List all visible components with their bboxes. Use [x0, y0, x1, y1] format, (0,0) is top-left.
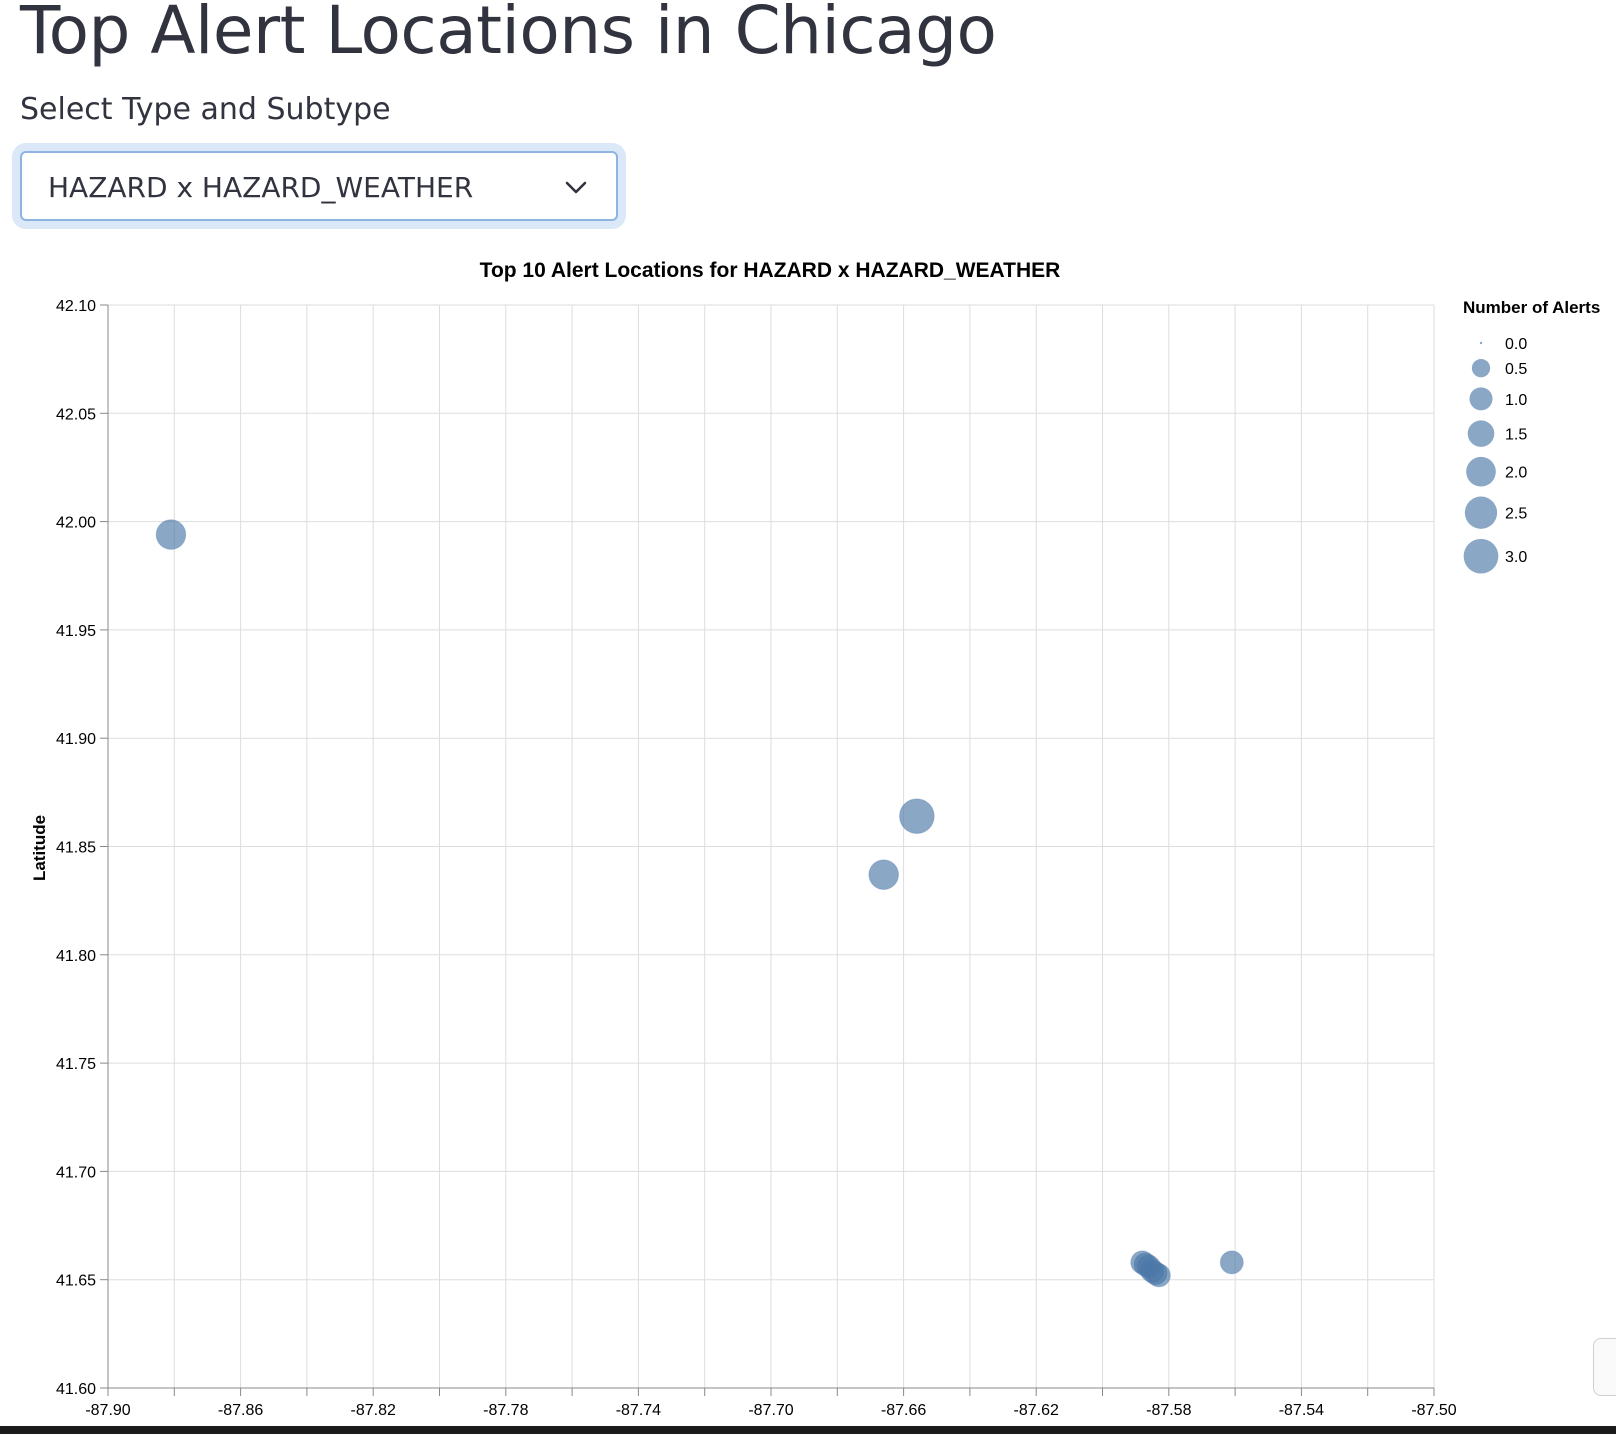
legend: Number of Alerts 0.0 0.5 1.0 1.5 2.0 2.5 3.0	[1463, 298, 1600, 574]
y-tick-label: 41.80	[56, 948, 96, 965]
legend-label: 1.5	[1505, 427, 1527, 444]
x-tick-label: -87.66	[881, 1402, 926, 1419]
legend-label: 0.5	[1505, 361, 1527, 378]
data-point[interactable]	[1146, 1263, 1171, 1288]
axes: -87.90 -87.86 -87.82 -87.78 -87.74 -87.70 -87.…	[56, 298, 1457, 1419]
x-tick-label: -87.70	[748, 1402, 793, 1419]
legend-label: 2.0	[1505, 465, 1527, 482]
x-tick-label: -87.58	[1146, 1402, 1191, 1419]
y-tick-label: 41.65	[56, 1273, 96, 1290]
y-tick-label: 41.95	[56, 623, 96, 640]
legend-symbol	[1471, 359, 1491, 378]
legend-symbol	[1466, 456, 1496, 487]
legend-symbol	[1479, 341, 1483, 345]
y-tick-label: 42.00	[56, 515, 96, 532]
legend-symbol	[1467, 420, 1495, 447]
data-point[interactable]	[868, 859, 900, 890]
select-value: HAZARD x HAZARD_WEATHER	[48, 171, 474, 204]
data-point[interactable]	[899, 798, 935, 835]
legend-symbol	[1469, 387, 1493, 411]
y-tick-label: 41.70	[56, 1164, 96, 1181]
scatter-chart: -87.90 -87.86 -87.82 -87.78 -87.74 -87.70 -87.…	[30, 259, 1600, 1419]
y-axis-label: Latitude	[30, 815, 49, 881]
y-tick-label: 41.60	[56, 1381, 96, 1398]
type-subtype-select[interactable]: HAZARD x HAZARD_WEATHER	[20, 151, 618, 221]
legend-title: Number of Alerts	[1463, 298, 1600, 317]
data-point[interactable]	[1219, 1250, 1244, 1275]
x-tick-label: -87.82	[351, 1402, 396, 1419]
legend-label: 0.0	[1505, 336, 1527, 353]
legend-symbol	[1463, 538, 1499, 574]
x-tick-label: -87.62	[1014, 1402, 1059, 1419]
legend-label: 1.0	[1505, 392, 1527, 409]
x-tick-label: -87.50	[1411, 1402, 1456, 1419]
x-tick-label: -87.78	[483, 1402, 528, 1419]
y-tick-label: 42.10	[56, 298, 96, 315]
x-tick-label: -87.86	[218, 1402, 263, 1419]
select-label: Select Type and Subtype	[20, 92, 391, 127]
chart-title: Top 10 Alert Locations for HAZARD x HAZA…	[480, 259, 1061, 282]
data-point[interactable]	[155, 519, 187, 550]
page-title: Top Alert Locations in Chicago	[20, 0, 997, 69]
y-tick-label: 41.75	[56, 1056, 96, 1073]
legend-label: 3.0	[1505, 549, 1527, 566]
grid-lines	[107, 304, 1435, 1389]
side-scroll-tab[interactable]	[1593, 1338, 1616, 1396]
x-tick-label: -87.74	[616, 1402, 661, 1419]
y-tick-label: 42.05	[56, 406, 96, 423]
legend-label: 2.5	[1505, 506, 1527, 523]
y-tick-label: 41.85	[56, 840, 96, 857]
chevron-down-icon	[565, 181, 587, 194]
x-tick-label: -87.90	[85, 1402, 130, 1419]
legend-symbol	[1464, 496, 1498, 529]
x-tick-label: -87.54	[1279, 1402, 1324, 1419]
y-tick-label: 41.90	[56, 731, 96, 748]
chart-container: -87.90 -87.86 -87.82 -87.78 -87.74 -87.70 -87.…	[0, 250, 1616, 1434]
window-bottom-bar	[0, 1426, 1616, 1434]
